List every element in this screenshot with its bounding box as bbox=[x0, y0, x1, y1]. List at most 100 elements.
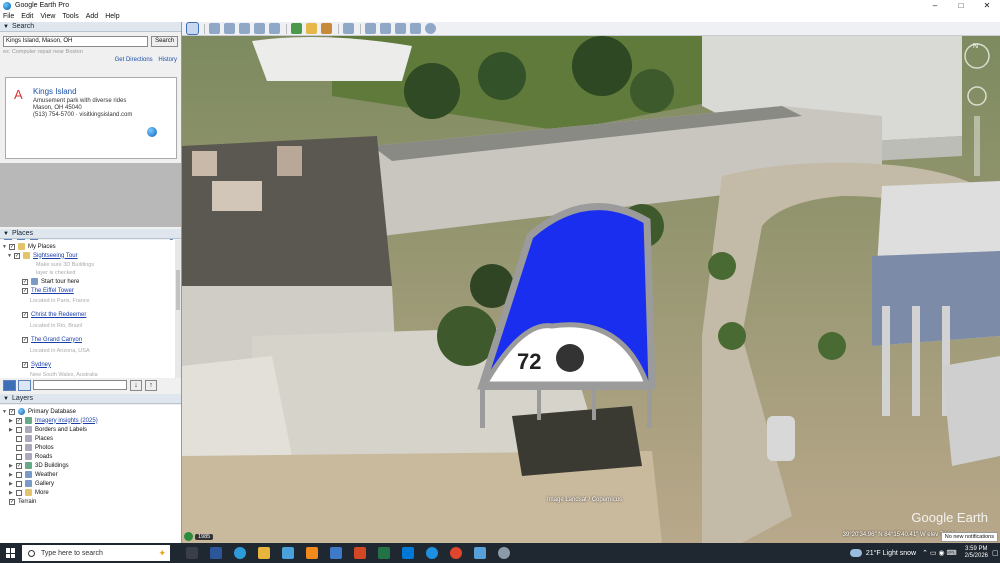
windows-logo-icon[interactable] bbox=[6, 548, 16, 558]
scrollbar-thumb[interactable] bbox=[176, 270, 180, 310]
history-link[interactable]: History bbox=[158, 57, 177, 63]
file-explorer-icon[interactable] bbox=[258, 547, 270, 559]
sun-icon[interactable] bbox=[306, 23, 317, 34]
layer-row[interactable]: ▶ Weather bbox=[9, 470, 58, 479]
checkbox[interactable] bbox=[22, 311, 28, 318]
collapse-triangle-icon[interactable]: ▼ bbox=[3, 24, 9, 30]
checkbox[interactable] bbox=[9, 243, 15, 250]
layer-row[interactable]: Roads bbox=[16, 452, 52, 461]
add-polygon-icon[interactable] bbox=[224, 23, 235, 34]
weather-cloud-icon[interactable] bbox=[849, 549, 862, 557]
vlc-icon[interactable] bbox=[306, 547, 318, 559]
checkbox[interactable] bbox=[16, 444, 22, 451]
checkbox[interactable] bbox=[9, 408, 15, 415]
close-button[interactable]: ✕ bbox=[974, 0, 1000, 11]
expand-arrow-icon[interactable]: ▼ bbox=[2, 409, 8, 415]
places-header[interactable]: ▼ Places bbox=[0, 229, 181, 239]
checkbox[interactable] bbox=[16, 435, 22, 442]
tray-icons[interactable]: ⌃ ▭ ◉ ⌨ bbox=[922, 549, 957, 557]
checkbox[interactable] bbox=[16, 489, 22, 496]
email-icon[interactable] bbox=[365, 23, 376, 34]
layers-header[interactable]: ▼ Layers bbox=[0, 394, 181, 404]
menu-add[interactable]: Add bbox=[86, 13, 98, 20]
menu-edit[interactable]: Edit bbox=[21, 13, 33, 20]
taskbar-search-box[interactable]: Type here to search ✦ bbox=[22, 545, 170, 561]
checkbox[interactable] bbox=[16, 462, 22, 469]
search-button[interactable]: Search bbox=[151, 36, 178, 47]
notification-icon[interactable]: ▢ bbox=[992, 549, 1000, 557]
tree-row-my-places[interactable]: ▼My Places bbox=[2, 242, 56, 251]
powerpoint-icon[interactable] bbox=[354, 547, 366, 559]
expand-arrow-icon[interactable]: ▶ bbox=[9, 427, 15, 433]
layer-row[interactable]: ▶3D Buildings bbox=[9, 461, 69, 470]
checkbox[interactable] bbox=[22, 336, 28, 343]
save-image-icon[interactable] bbox=[395, 23, 406, 34]
start-button[interactable] bbox=[0, 543, 22, 563]
checkbox[interactable] bbox=[22, 278, 28, 285]
historical-imagery-icon[interactable] bbox=[291, 23, 302, 34]
minimize-button[interactable]: – bbox=[922, 0, 948, 11]
map-view[interactable]: 72 N Image Landsat / Copernicus Google E… bbox=[182, 36, 1000, 543]
checkbox[interactable] bbox=[16, 480, 22, 487]
ruler-icon[interactable] bbox=[343, 23, 354, 34]
expand-arrow-icon[interactable]: ▶ bbox=[9, 472, 15, 478]
sidebar-toggle-icon[interactable] bbox=[186, 22, 199, 35]
expand-arrow-icon[interactable]: ▶ bbox=[9, 490, 15, 496]
historical-imagery-badge[interactable]: 1985 bbox=[184, 532, 214, 541]
collapse-triangle-icon[interactable]: ▼ bbox=[3, 231, 9, 237]
store-icon[interactable] bbox=[282, 547, 294, 559]
search-input[interactable]: Kings Island, Mason, OH bbox=[3, 36, 149, 47]
places-filter-input[interactable] bbox=[33, 380, 127, 390]
planets-icon[interactable] bbox=[321, 23, 332, 34]
excel-icon[interactable] bbox=[378, 547, 390, 559]
photos-icon[interactable] bbox=[474, 547, 486, 559]
checkbox[interactable] bbox=[22, 361, 28, 368]
record-tour-icon[interactable] bbox=[269, 23, 280, 34]
checkbox[interactable] bbox=[9, 498, 15, 505]
checkbox[interactable] bbox=[16, 417, 22, 424]
checkbox[interactable] bbox=[16, 426, 22, 433]
chrome-icon[interactable] bbox=[450, 547, 462, 559]
tree-row-place[interactable]: The Grand Canyon bbox=[22, 335, 82, 344]
layer-row[interactable]: Photos bbox=[16, 443, 54, 452]
weather-text[interactable]: 21°F Light snow bbox=[866, 550, 916, 557]
add-placemark-icon[interactable] bbox=[209, 23, 220, 34]
tree-row-place[interactable]: The Eiffel Tower bbox=[22, 286, 74, 295]
search-header[interactable]: ▼ Search bbox=[0, 22, 181, 32]
copilot-spark-icon[interactable]: ✦ bbox=[158, 548, 166, 559]
layer-row[interactable]: ▶Imagery insights (2025) bbox=[9, 416, 98, 425]
layer-row[interactable]: Places bbox=[16, 434, 53, 443]
move-up-button[interactable]: ↑ bbox=[145, 379, 157, 391]
panel-toggle[interactable] bbox=[18, 379, 31, 391]
print-icon[interactable] bbox=[380, 23, 391, 34]
historical-globe-icon[interactable] bbox=[184, 532, 193, 541]
menu-help[interactable]: Help bbox=[105, 13, 119, 20]
menu-view[interactable]: View bbox=[40, 13, 55, 20]
outlook-icon[interactable] bbox=[402, 547, 414, 559]
places-scrollbar[interactable] bbox=[175, 240, 181, 378]
checkbox[interactable] bbox=[14, 252, 20, 259]
add-path-icon[interactable] bbox=[239, 23, 250, 34]
tree-row-place[interactable]: Sydney bbox=[22, 360, 51, 369]
result-title[interactable]: Kings Island bbox=[33, 87, 77, 96]
globe-icon[interactable] bbox=[147, 127, 157, 137]
checkbox[interactable] bbox=[22, 287, 28, 294]
checkbox[interactable] bbox=[16, 471, 22, 478]
word-icon[interactable] bbox=[210, 547, 222, 559]
internet-explorer-icon[interactable] bbox=[426, 547, 438, 559]
expand-arrow-icon[interactable]: ▶ bbox=[9, 418, 15, 424]
collapse-triangle-icon[interactable]: ▼ bbox=[3, 396, 9, 402]
view-in-maps-icon[interactable] bbox=[410, 23, 421, 34]
tree-row-place[interactable]: Christ the Redeemer bbox=[22, 310, 86, 319]
google-earth-taskbar-icon[interactable] bbox=[498, 547, 510, 559]
expand-arrow-icon[interactable]: ▶ bbox=[9, 463, 15, 469]
clock[interactable]: 3:59 PM 2/5/2026 bbox=[965, 546, 988, 560]
move-down-button[interactable]: ↓ bbox=[130, 379, 142, 391]
layer-row[interactable]: ▶ Borders and Labels bbox=[9, 425, 87, 434]
search-result-card[interactable]: A Kings Island Amusement park with diver… bbox=[5, 77, 177, 159]
expand-arrow-icon[interactable]: ▼ bbox=[7, 253, 13, 259]
menu-file[interactable]: File bbox=[3, 13, 14, 20]
get-directions-link[interactable]: Get Directions bbox=[115, 57, 153, 63]
expand-arrow-icon[interactable]: ▼ bbox=[2, 244, 8, 250]
tree-row-start-tour[interactable]: Start tour here bbox=[22, 277, 79, 286]
